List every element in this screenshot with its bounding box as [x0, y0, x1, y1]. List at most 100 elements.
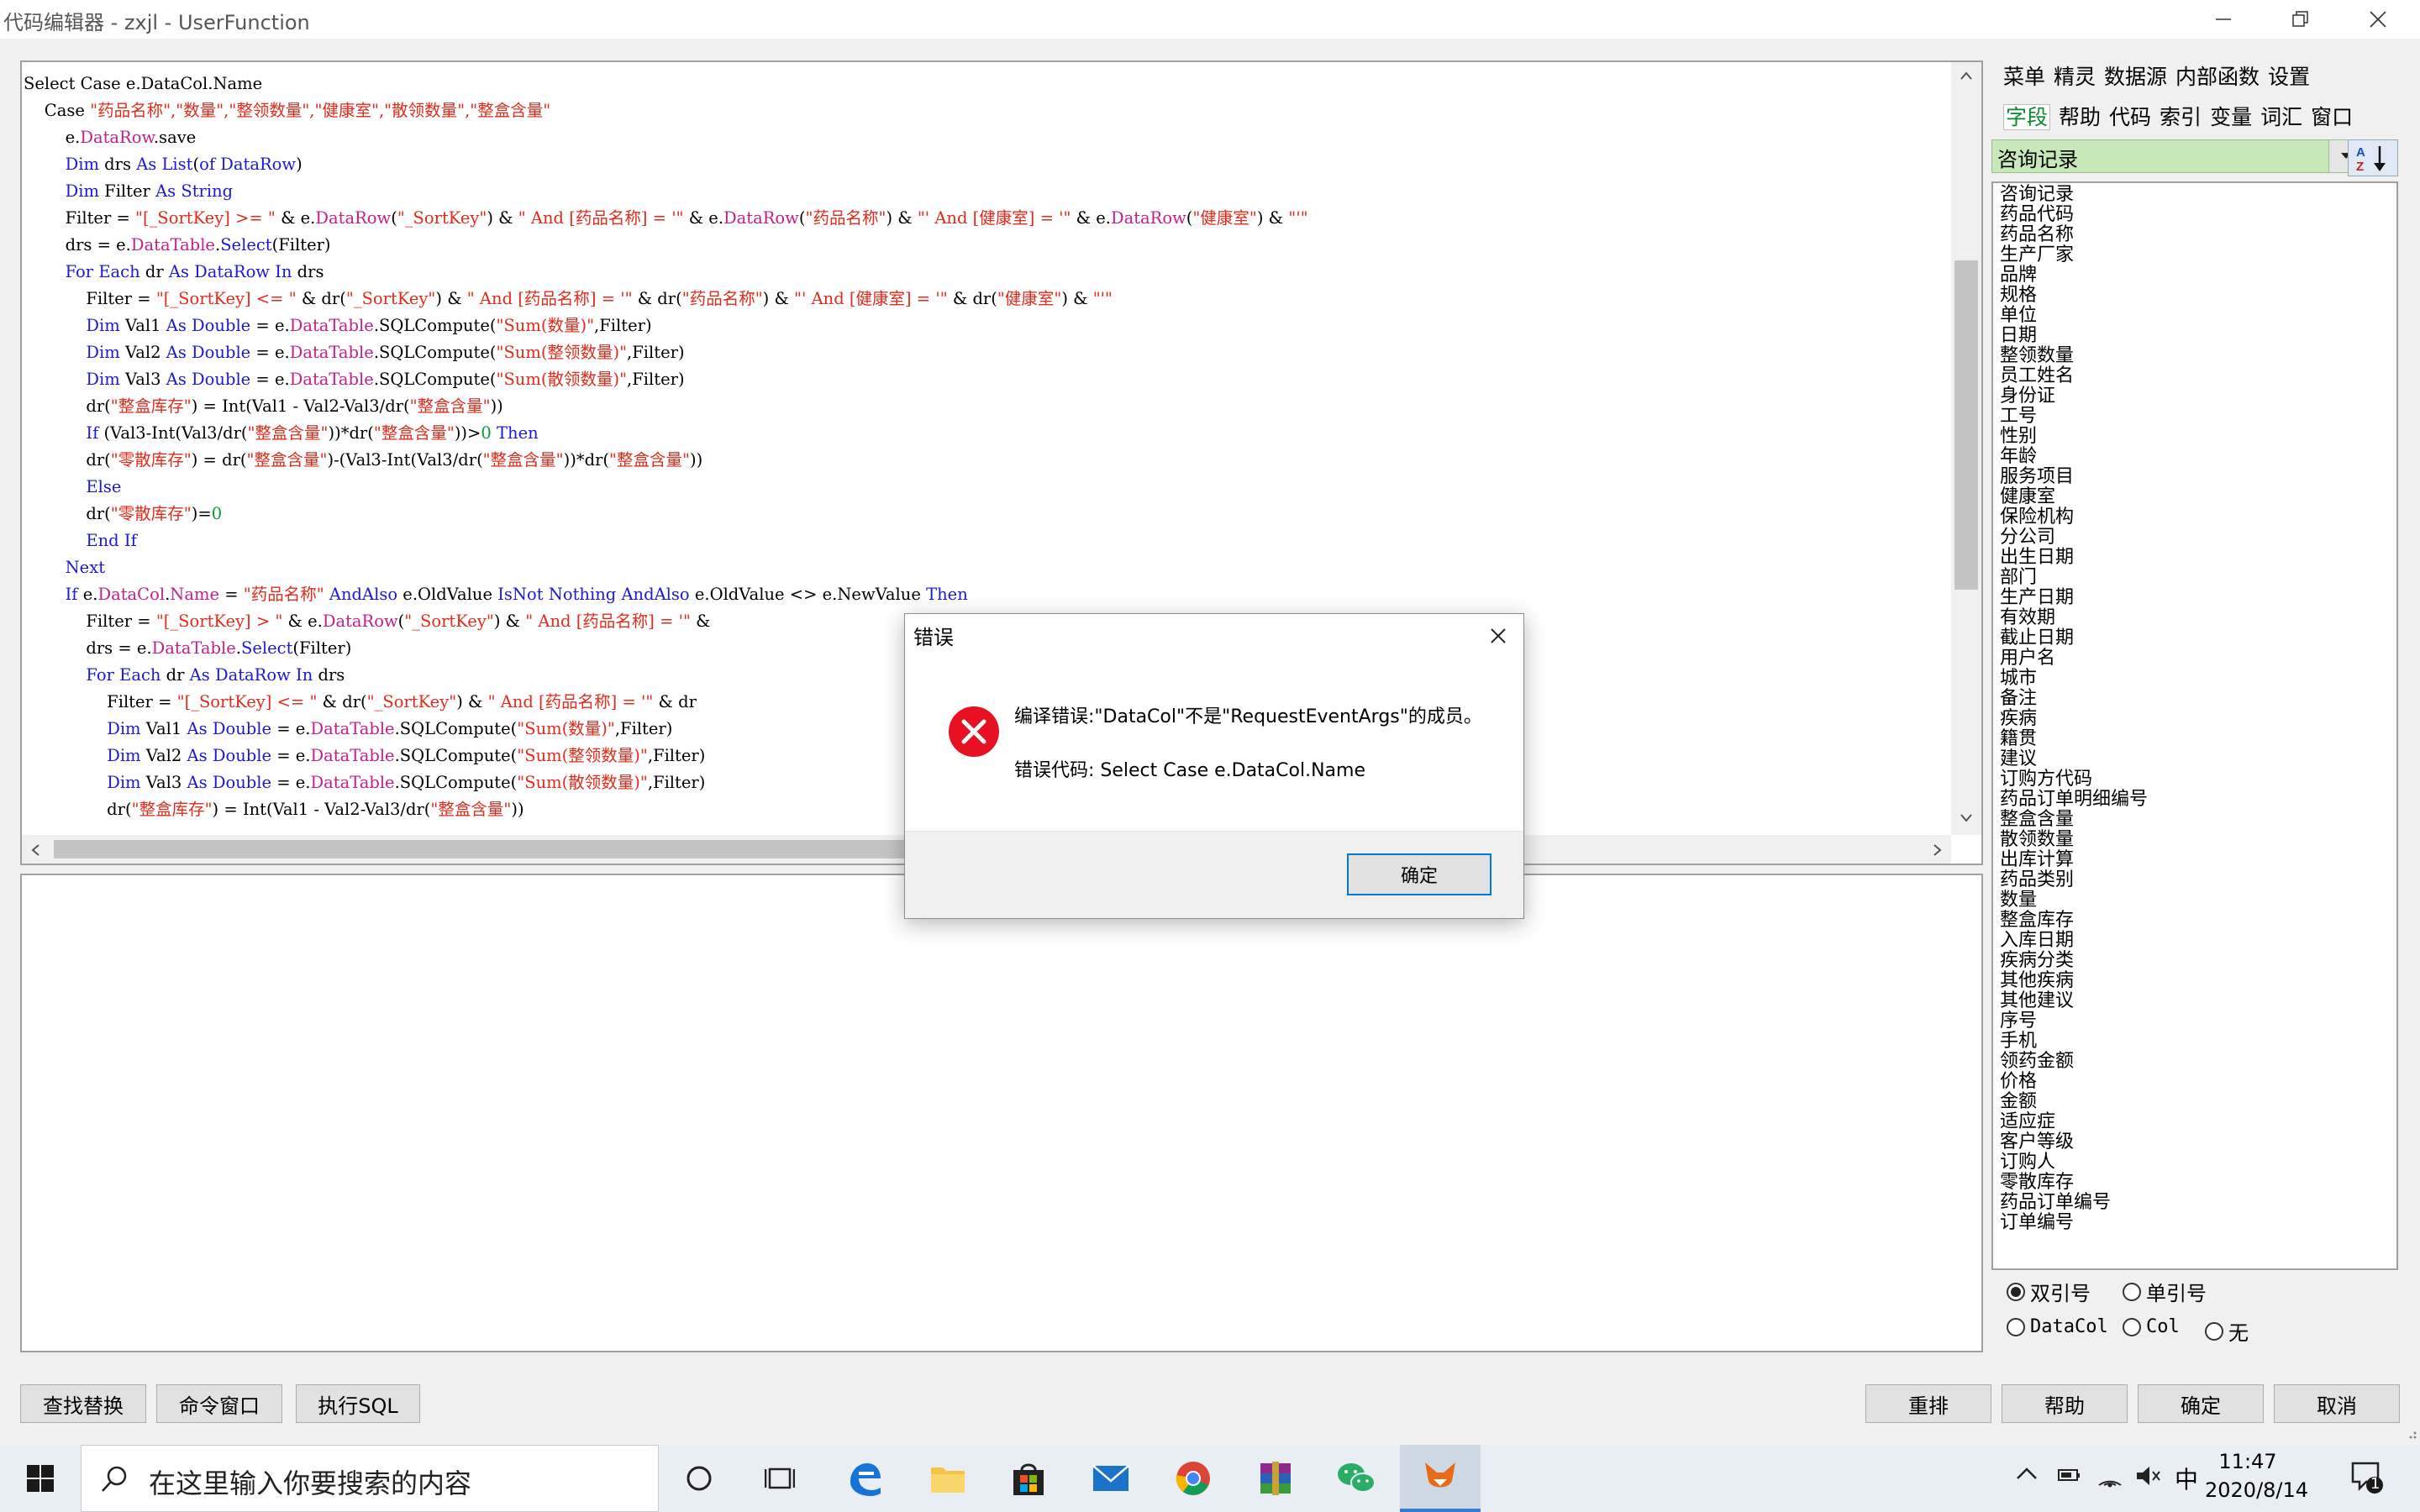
- field-list-item[interactable]: 入库日期: [2000, 931, 2148, 951]
- store-button[interactable]: [988, 1445, 1069, 1512]
- field-list-item[interactable]: 手机: [2000, 1032, 2148, 1052]
- field-list-item[interactable]: 客户等级: [2000, 1132, 2148, 1152]
- radio-col[interactable]: Col: [2123, 1316, 2180, 1337]
- code-line[interactable]: Filter = "[_SortKey] <= " & dr("_SortKey…: [24, 286, 1948, 312]
- field-list-item[interactable]: 订购人: [2000, 1152, 2148, 1173]
- field-list-item[interactable]: 药品类别: [2000, 870, 2148, 890]
- field-list-item[interactable]: 分公司: [2000, 528, 2148, 548]
- field-list-item[interactable]: 疾病: [2000, 709, 2148, 729]
- find-replace-button[interactable]: 查找替换: [20, 1384, 146, 1423]
- field-list-item[interactable]: 员工姓名: [2000, 366, 2148, 386]
- field-list-item[interactable]: 出生日期: [2000, 548, 2148, 568]
- volume-icon[interactable]: [2134, 1463, 2163, 1492]
- field-list-item[interactable]: 截止日期: [2000, 628, 2148, 648]
- vertical-scroll-thumb[interactable]: [1954, 260, 1978, 590]
- code-line[interactable]: Filter = "[_SortKey] >= " & e.DataRow("_…: [24, 205, 1948, 232]
- run-sql-button[interactable]: 执行SQL: [296, 1384, 420, 1423]
- mail-button[interactable]: [1071, 1445, 1151, 1512]
- code-line[interactable]: drs = e.DataTable.Select(Filter): [24, 232, 1948, 259]
- foxtable-button[interactable]: [1400, 1445, 1481, 1512]
- field-list-item[interactable]: 序号: [2000, 1011, 2148, 1032]
- resize-grip-icon[interactable]: [2405, 1426, 2417, 1439]
- panel-menu-item[interactable]: 词汇: [2260, 105, 2302, 129]
- radio-indicator[interactable]: [2123, 1317, 2141, 1336]
- panel-menu-item[interactable]: 设置: [2268, 65, 2310, 89]
- field-list-item[interactable]: 出库计算: [2000, 850, 2148, 870]
- winrar-button[interactable]: [1235, 1445, 1316, 1512]
- field-list-item[interactable]: 订单编号: [2000, 1213, 2148, 1233]
- minimize-button[interactable]: [2185, 0, 2262, 39]
- edge-browser-button[interactable]: [823, 1445, 904, 1512]
- reorder-button[interactable]: 重排: [1865, 1384, 1991, 1423]
- code-line[interactable]: For Each dr As DataRow In drs: [24, 259, 1948, 286]
- radio-indicator[interactable]: [2007, 1317, 2025, 1336]
- field-list-item[interactable]: 其他建议: [2000, 991, 2148, 1011]
- ok-button[interactable]: 确定: [2138, 1384, 2264, 1423]
- ime-indicator[interactable]: 中: [2175, 1462, 2198, 1495]
- wechat-button[interactable]: [1316, 1445, 1397, 1512]
- field-list-item[interactable]: 籍贯: [2000, 729, 2148, 749]
- restore-button[interactable]: [2262, 0, 2339, 39]
- panel-menu-item[interactable]: 内部函数: [2175, 65, 2260, 89]
- field-list-item[interactable]: 疾病分类: [2000, 951, 2148, 971]
- field-list[interactable]: 咨询记录 药品代码 药品名称 生产厂家 品牌 规格 单位 日期 整领数量 员工姓名 身份证 工号 性别年…: [1991, 181, 2398, 1270]
- code-line[interactable]: dr("零散库存") = dr("整盒含量")-(Val3-Int(Val3/d…: [24, 447, 1948, 474]
- radio-indicator[interactable]: [2123, 1282, 2141, 1301]
- dialog-ok-button[interactable]: 确定: [1347, 853, 1491, 895]
- field-list-item[interactable]: 整领数量: [2000, 346, 2148, 366]
- code-line[interactable]: Else: [24, 474, 1948, 501]
- panel-menu-item[interactable]: 代码: [2109, 105, 2151, 129]
- field-list-item[interactable]: 工号: [2000, 407, 2148, 427]
- output-pane[interactable]: [20, 874, 1983, 1352]
- panel-menu-item[interactable]: 数据源: [2104, 65, 2167, 89]
- field-list-item[interactable]: 日期: [2000, 326, 2148, 346]
- tray-overflow-icon[interactable]: [2015, 1465, 2039, 1485]
- field-list-item[interactable]: 数量: [2000, 890, 2148, 911]
- code-line[interactable]: End If: [24, 528, 1948, 554]
- field-list-item[interactable]: 领药金额: [2000, 1052, 2148, 1072]
- table-selector[interactable]: 咨询记录: [1991, 139, 2363, 173]
- cortana-button[interactable]: [659, 1445, 739, 1512]
- chrome-button[interactable]: [1153, 1445, 1234, 1512]
- notification-icon[interactable]: 1: [2349, 1458, 2383, 1499]
- field-list-item[interactable]: 年龄: [2000, 447, 2148, 467]
- field-list-item[interactable]: 药品订单明细编号: [2000, 790, 2148, 810]
- field-list-item[interactable]: 城市: [2000, 669, 2148, 689]
- field-list-item[interactable]: 保险机构: [2000, 507, 2148, 528]
- clock-date[interactable]: 2020/8/14: [2205, 1478, 2323, 1502]
- panel-menu-item[interactable]: 菜单: [2003, 65, 2045, 89]
- help-button[interactable]: 帮助: [2002, 1384, 2128, 1423]
- code-line[interactable]: Next: [24, 554, 1948, 581]
- field-list-item[interactable]: 单位: [2000, 306, 2148, 326]
- code-line[interactable]: Select Case e.DataCol.Name: [24, 71, 1948, 97]
- radio-indicator[interactable]: [2205, 1321, 2223, 1341]
- field-list-item[interactable]: 身份证: [2000, 386, 2148, 407]
- code-line[interactable]: Dim Filter As String: [24, 178, 1948, 205]
- radio-datacol[interactable]: DataCol: [2007, 1316, 2108, 1337]
- close-button[interactable]: [2339, 0, 2417, 39]
- cancel-button[interactable]: 取消: [2274, 1384, 2400, 1423]
- code-line[interactable]: e.DataRow.save: [24, 124, 1948, 151]
- panel-menu-item[interactable]: 精灵: [2054, 65, 2096, 89]
- field-list-item[interactable]: 散领数量: [2000, 830, 2148, 850]
- field-list-item[interactable]: 咨询记录: [2000, 185, 2148, 205]
- field-list-item[interactable]: 价格: [2000, 1072, 2148, 1092]
- field-list-item[interactable]: 生产厂家: [2000, 245, 2148, 265]
- field-list-item[interactable]: 药品名称: [2000, 225, 2148, 245]
- code-line[interactable]: dr("零散库存")=0: [24, 501, 1948, 528]
- field-list-item[interactable]: 健康室: [2000, 487, 2148, 507]
- radio-single-quote[interactable]: 单引号: [2123, 1277, 2207, 1306]
- sort-az-button[interactable]: A Z: [2348, 139, 2398, 176]
- panel-menu-item[interactable]: 索引: [2160, 105, 2202, 129]
- radio-none[interactable]: 无: [2205, 1316, 2249, 1346]
- horizontal-scroll-thumb[interactable]: [54, 840, 928, 858]
- vertical-scrollbar[interactable]: [1951, 62, 1981, 835]
- battery-icon[interactable]: [2057, 1465, 2082, 1488]
- file-explorer-button[interactable]: [908, 1445, 988, 1512]
- code-line[interactable]: If e.DataCol.Name = "药品名称" AndAlso e.Old…: [24, 581, 1948, 608]
- panel-menu-item[interactable]: 字段: [2003, 104, 2051, 130]
- dialog-close-button[interactable]: [1480, 619, 1517, 653]
- field-list-item[interactable]: 部门: [2000, 568, 2148, 588]
- start-button[interactable]: [0, 1445, 81, 1512]
- field-list-item[interactable]: 药品订单编号: [2000, 1193, 2148, 1213]
